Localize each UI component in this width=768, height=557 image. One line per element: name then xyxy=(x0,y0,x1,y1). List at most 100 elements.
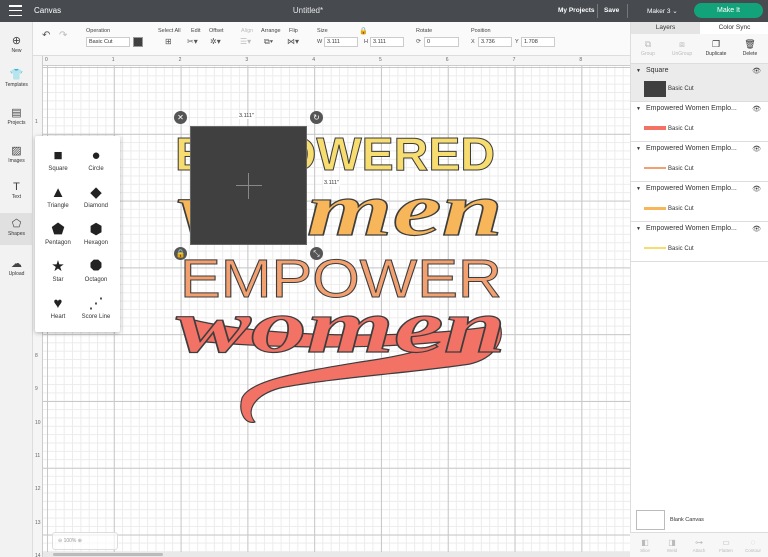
circle-icon: ● xyxy=(91,147,101,164)
y-input[interactable]: 1.708 xyxy=(521,37,555,47)
design-canvas[interactable] xyxy=(33,56,630,557)
eye-icon[interactable]: 👁 xyxy=(752,185,761,193)
shape-circle[interactable]: ● Circle xyxy=(76,146,116,172)
sidebar-item-text[interactable]: T Text xyxy=(0,180,33,200)
make-it-button[interactable]: Make It xyxy=(694,3,763,18)
contour-button[interactable]: ◌ Contour xyxy=(740,537,766,553)
x-input[interactable]: 3.736 xyxy=(478,37,512,47)
caret-down-icon[interactable]: ▼ xyxy=(636,226,641,232)
shape-label: Star xyxy=(52,277,64,283)
arrange-icon[interactable]: ⧉▾ xyxy=(264,37,273,47)
ruler-tick-label: 1 xyxy=(111,57,115,63)
slice-button[interactable]: ◧ Slice xyxy=(632,537,658,553)
select-all-icon[interactable]: ⊞ xyxy=(165,37,172,47)
rotate-input[interactable]: 0 xyxy=(424,37,459,47)
shape-hexagon[interactable]: ⬢ Hexagon xyxy=(76,220,116,246)
document-title[interactable]: Untitled* xyxy=(0,6,616,15)
eye-icon[interactable]: 👁 xyxy=(752,225,761,233)
shape-square[interactable]: ■ Square xyxy=(38,146,78,172)
layer-cut: Basic Cut xyxy=(668,86,694,92)
rotate-handle-icon[interactable]: ↻ xyxy=(310,111,323,124)
octagon-icon: ⯃ xyxy=(89,258,102,275)
color-swatch[interactable] xyxy=(133,37,143,47)
trash-icon: 🗑 xyxy=(744,39,756,49)
tab-color-sync[interactable]: Color Sync xyxy=(700,22,768,34)
eye-icon[interactable]: 👁 xyxy=(752,67,761,75)
weld-button[interactable]: ◨ Weld xyxy=(659,537,685,553)
shirt-icon: 👕 xyxy=(9,69,24,81)
caret-down-icon[interactable]: ▼ xyxy=(636,146,641,152)
sidebar-item-label: Shapes xyxy=(8,231,25,237)
sidebar-item-label: Text xyxy=(11,194,22,200)
tab-layers[interactable]: Layers xyxy=(631,22,700,34)
height-label: H xyxy=(364,39,368,45)
offset-icon[interactable]: ✲▾ xyxy=(210,37,221,47)
caret-down-icon[interactable]: ▼ xyxy=(636,106,641,112)
undo-icon[interactable]: ↶ xyxy=(42,31,50,41)
layer-group-salmon[interactable]: ▼ Empowered Women Emplo... 👁 Basic Cut xyxy=(631,142,768,182)
zoom-in-icon[interactable]: ⊕ xyxy=(78,538,82,544)
attach-button[interactable]: ⊶ Attach xyxy=(686,537,712,553)
shape-star[interactable]: ★ Star xyxy=(38,257,78,283)
sidebar-item-templates[interactable]: 👕 Templates xyxy=(0,68,33,88)
shape-pentagon[interactable]: ⬟ Pentagon xyxy=(38,220,78,246)
chevron-down-icon: ⌄ xyxy=(672,8,678,15)
group-button[interactable]: ⧉ Group xyxy=(631,38,665,57)
x-label: X xyxy=(471,39,475,45)
layer-name: Square xyxy=(645,67,669,74)
duplicate-button[interactable]: ❐ Duplicate xyxy=(699,38,733,57)
eye-icon[interactable]: 👁 xyxy=(752,105,761,113)
flatten-button[interactable]: ▭ Flatten xyxy=(713,537,739,553)
ungroup-button[interactable]: ⧈ UnGroup xyxy=(665,38,699,57)
move-crosshair xyxy=(236,185,262,186)
triangle-icon: ▲ xyxy=(50,184,66,201)
operation-select[interactable]: Basic Cut xyxy=(86,37,130,47)
layer-group-orange[interactable]: ▼ Empowered Women Emplo... 👁 Basic Cut xyxy=(631,182,768,222)
layer-group-yellow[interactable]: ▼ Empowered Women Emplo... 👁 Basic Cut xyxy=(631,222,768,262)
lock-handle-icon[interactable]: 🔒 xyxy=(174,247,187,260)
width-input[interactable]: 3.111 xyxy=(324,37,358,47)
flip-icon[interactable]: ⋈▾ xyxy=(287,37,299,47)
action-label: Flatten xyxy=(719,548,733,553)
edit-icon[interactable]: ✂▾ xyxy=(187,37,198,47)
shape-triangle[interactable]: ▲ Triangle xyxy=(38,183,78,209)
delete-button[interactable]: 🗑 Delete xyxy=(733,38,767,57)
move-crosshair xyxy=(248,173,249,199)
sidebar-item-projects[interactable]: ▤ Projects xyxy=(0,106,33,126)
caret-down-icon[interactable]: ▼ xyxy=(636,68,641,74)
shape-heart[interactable]: ♥ Heart xyxy=(38,294,78,320)
height-input[interactable]: 3.111 xyxy=(370,37,404,47)
lock-icon[interactable]: 🔒 xyxy=(359,27,368,37)
ruler-tick-label: 2 xyxy=(178,57,182,63)
shape-diamond[interactable]: ◆ Diamond xyxy=(76,183,116,209)
layer-group-coral[interactable]: ▼ Empowered Women Emplo... 👁 Basic Cut xyxy=(631,102,768,142)
zoom-out-icon[interactable]: ⊖ xyxy=(58,538,62,544)
align-icon[interactable]: ☰▾ xyxy=(240,37,251,47)
sidebar-item-shapes[interactable]: ⬠ Shapes xyxy=(0,213,33,245)
sidebar-item-upload[interactable]: ☁ Upload xyxy=(0,257,33,277)
plus-icon: ⊕ xyxy=(11,35,22,47)
layer-cut: Basic Cut xyxy=(668,246,694,252)
star-icon: ★ xyxy=(51,258,65,275)
machine-selector[interactable]: Maker 3 ⌄ xyxy=(647,7,678,15)
shape-octagon[interactable]: ⯃ Octagon xyxy=(76,257,116,283)
horizontal-scrollbar[interactable] xyxy=(43,552,633,557)
ruler-tick-label: 8 xyxy=(579,57,583,63)
sidebar-item-images[interactable]: ▨ Images xyxy=(0,144,33,164)
sidebar-item-new[interactable]: ⊕ New xyxy=(0,34,33,54)
height-dimension: 3.111" xyxy=(323,180,340,186)
delete-handle-icon[interactable]: ✕ xyxy=(174,111,187,124)
my-projects-link[interactable]: My Projects xyxy=(558,7,595,14)
scrollbar-thumb[interactable] xyxy=(53,553,163,556)
redo-icon[interactable]: ↷ xyxy=(59,31,67,41)
layer-name: Empowered Women Emplo... xyxy=(645,105,737,112)
caret-down-icon[interactable]: ▼ xyxy=(636,186,641,192)
save-button[interactable]: Save xyxy=(604,7,619,14)
eye-icon[interactable]: 👁 xyxy=(752,145,761,153)
layer-thumbnail xyxy=(644,247,666,249)
zoom-control[interactable]: ⊖ 100% ⊕ xyxy=(52,532,118,550)
shape-score-line[interactable]: ⋰ Score Line xyxy=(76,294,116,320)
blank-canvas-swatch[interactable] xyxy=(636,510,665,530)
layer-group-square[interactable]: ▼ Square 👁 Basic Cut xyxy=(631,64,768,102)
resize-handle-icon[interactable]: ⤡ xyxy=(310,247,323,260)
